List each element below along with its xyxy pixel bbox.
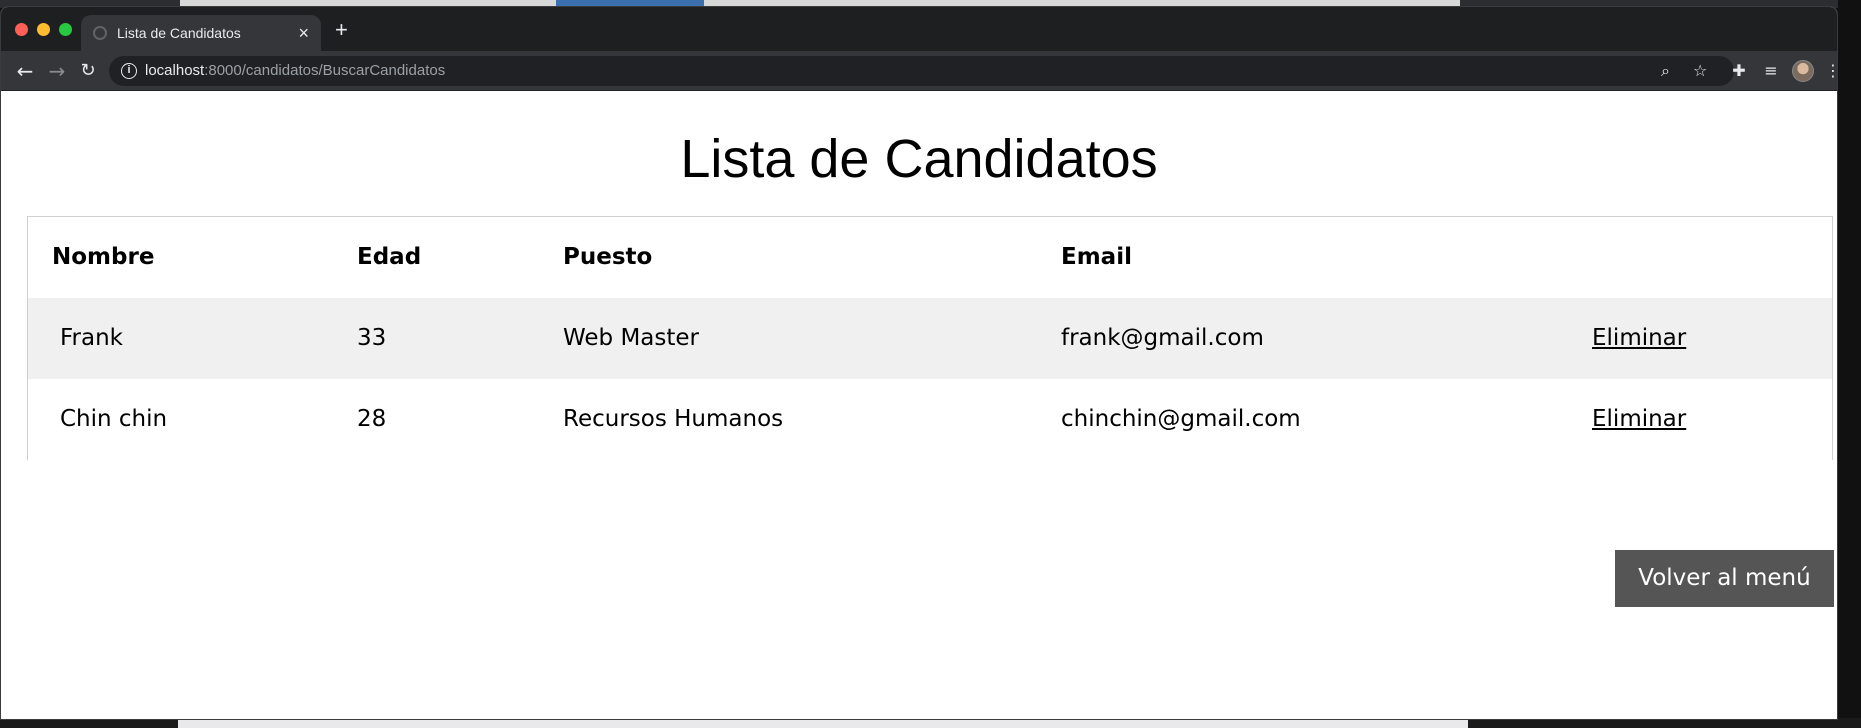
- header-email: Email: [1061, 244, 1132, 270]
- tab-title: Lista de Candidatos: [117, 25, 241, 41]
- url-text[interactable]: localhost:8000/candidatos/BuscarCandidat…: [145, 62, 445, 79]
- minimize-window-button[interactable]: [37, 23, 50, 36]
- site-info-icon[interactable]: i: [121, 63, 137, 79]
- delete-link[interactable]: Eliminar: [1592, 379, 1686, 460]
- extensions-puzzle-icon[interactable]: ✚: [1728, 60, 1750, 82]
- cell-email: chinchin@gmail.com: [1061, 406, 1301, 432]
- media-control-icon[interactable]: ≡: [1760, 60, 1782, 82]
- tab-active[interactable]: Lista de Candidatos ×: [81, 15, 321, 51]
- zoom-icon[interactable]: ⌕: [1661, 61, 1670, 81]
- page-title: Lista de Candidatos: [680, 129, 1158, 189]
- header-puesto: Puesto: [563, 244, 653, 270]
- back-arrow-icon[interactable]: ←: [13, 59, 37, 83]
- cell-edad: 28: [357, 406, 387, 432]
- candidates-table: Nombre Edad Puesto Email Frank 33 Web Ma…: [27, 216, 1833, 460]
- header-nombre: Nombre: [52, 244, 155, 270]
- cell-email: frank@gmail.com: [1061, 325, 1264, 351]
- cell-puesto: Recursos Humanos: [563, 406, 784, 432]
- cell-nombre: Frank: [60, 325, 124, 351]
- delete-link[interactable]: Eliminar: [1592, 298, 1686, 379]
- new-tab-button[interactable]: +: [335, 19, 348, 41]
- header-edad: Edad: [357, 244, 422, 270]
- maximize-window-button[interactable]: [59, 23, 72, 36]
- table-header-row: Nombre Edad Puesto Email: [28, 217, 1832, 298]
- table-row: Chin chin 28 Recursos Humanos chinchin@g…: [28, 379, 1832, 460]
- cell-puesto: Web Master: [563, 325, 700, 351]
- table-row: Frank 33 Web Master frank@gmail.com Elim…: [28, 298, 1832, 379]
- page-content: Lista de Candidatos Nombre Edad Puesto E…: [1, 92, 1837, 719]
- forward-arrow-icon[interactable]: →: [45, 59, 69, 83]
- cell-edad: 33: [357, 325, 387, 351]
- bookmark-star-icon[interactable]: ☆: [1693, 61, 1707, 81]
- address-bar[interactable]: i localhost:8000/candidatos/BuscarCandid…: [109, 56, 1734, 86]
- menu-kebab-icon[interactable]: ⋮: [1825, 60, 1837, 82]
- back-to-menu-button[interactable]: Volver al menú: [1615, 550, 1834, 607]
- close-tab-icon[interactable]: ×: [298, 24, 309, 42]
- tab-strip: Lista de Candidatos × +: [1, 7, 1837, 51]
- browser-window: Lista de Candidatos × + ← → ↻ i localhos…: [0, 6, 1838, 720]
- reload-icon[interactable]: ↻: [76, 59, 100, 83]
- cell-nombre: Chin chin: [60, 406, 168, 432]
- desktop-right-edge: [1838, 0, 1861, 728]
- close-window-button[interactable]: [15, 23, 28, 36]
- globe-icon: [93, 26, 107, 40]
- profile-avatar[interactable]: [1792, 60, 1814, 82]
- window-controls: [15, 23, 72, 36]
- browser-toolbar: ← → ↻ i localhost:8000/candidatos/Buscar…: [1, 51, 1837, 91]
